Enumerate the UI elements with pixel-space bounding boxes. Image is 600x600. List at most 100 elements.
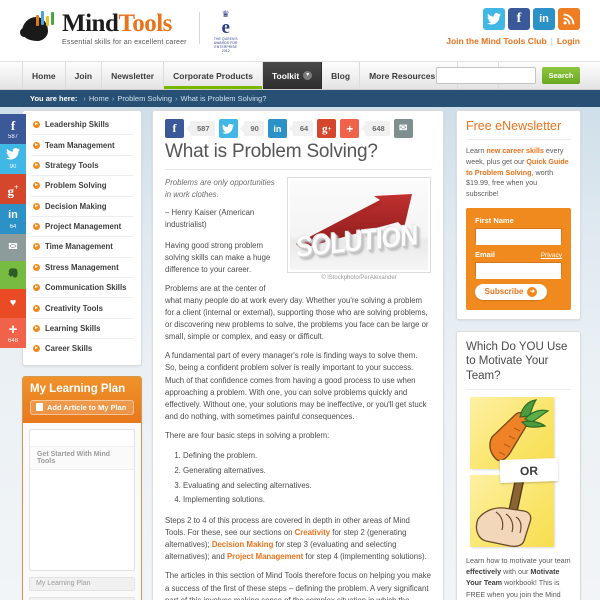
twitter-share-button[interactable] bbox=[218, 119, 238, 138]
rail-more-share[interactable]: + 648 bbox=[0, 318, 26, 349]
list-item: Defining the problem. bbox=[183, 449, 431, 464]
title-divider bbox=[165, 169, 431, 170]
rail-twitter-share[interactable]: 90 bbox=[0, 144, 26, 174]
find-out-more-link[interactable]: Find Out More bbox=[29, 596, 135, 600]
list-item[interactable]: Get Started With Mind Tools bbox=[30, 445, 134, 470]
linkedin-share-button[interactable]: in bbox=[267, 119, 287, 138]
evernote-icon bbox=[0, 265, 26, 286]
article-figure: SOLUTION © iStockphoto/PerAlexander bbox=[287, 177, 431, 281]
google-plus-icon: g+ bbox=[7, 183, 19, 199]
privacy-link[interactable]: Privacy bbox=[541, 252, 562, 259]
twitter-icon[interactable] bbox=[483, 8, 505, 30]
link-project-management[interactable]: Project Management bbox=[227, 552, 303, 561]
breadcrumb-separator: › bbox=[111, 94, 115, 103]
sidebar-item-career-skills[interactable]: ▸ Career Skills bbox=[31, 339, 133, 358]
chevron-right-icon: ▸ bbox=[33, 304, 40, 312]
sidebar-item-team-management[interactable]: ▸ Team Management bbox=[31, 135, 133, 156]
sidebar-item-label: Creativity Tools bbox=[45, 303, 103, 313]
link-creativity[interactable]: Creativity bbox=[295, 528, 331, 537]
site-search-field[interactable] bbox=[436, 67, 536, 86]
logo-word-mind: Mind bbox=[62, 9, 119, 37]
join-club-link[interactable]: Join the Mind Tools Club bbox=[446, 36, 546, 46]
more-share-button[interactable]: + bbox=[340, 119, 360, 138]
chevron-right-icon: ▸ bbox=[33, 161, 40, 169]
first-name-label-row: First Name bbox=[475, 216, 562, 225]
learning-plan-title: My Learning Plan bbox=[30, 382, 126, 395]
linkedin-icon: in bbox=[8, 209, 18, 222]
breadcrumb-item-current[interactable]: What is Problem Solving? bbox=[181, 94, 267, 103]
add-article-label: Add Article to My Plan bbox=[47, 402, 127, 412]
breadcrumb-separator: › bbox=[175, 94, 178, 103]
sidebar-item-problem-solving[interactable]: ▸ Problem Solving bbox=[31, 176, 133, 197]
nav-item-newsletter[interactable]: Newsletter bbox=[102, 62, 165, 89]
figure-frame: SOLUTION bbox=[287, 177, 431, 273]
mind-tools-head-icon bbox=[20, 11, 56, 45]
email-input[interactable] bbox=[476, 267, 561, 280]
my-learning-plan-panel: My Learning Plan Add Article to My Plan … bbox=[22, 375, 142, 600]
site-logo[interactable]: MindTools Essential skills for an excell… bbox=[20, 9, 241, 53]
sidebar-item-label: Team Management bbox=[45, 140, 115, 150]
breadcrumb-prefix: You are here: bbox=[30, 94, 78, 103]
google-plus-share-button[interactable]: g + bbox=[317, 119, 337, 138]
linkedin-icon[interactable]: in bbox=[533, 8, 555, 30]
sidebar-item-time-management[interactable]: ▸ Time Management bbox=[31, 237, 133, 258]
logo-divider bbox=[198, 12, 200, 44]
sidebar-item-learning-skills[interactable]: ▸ Learning Skills bbox=[31, 319, 133, 340]
nav-item-join[interactable]: Join bbox=[66, 62, 103, 89]
learning-plan-header: My Learning Plan Add Article to My Plan bbox=[23, 376, 141, 423]
subscribe-button[interactable]: Subscribe ➜ bbox=[475, 283, 547, 300]
plus-icon: + bbox=[8, 321, 18, 339]
rail-facebook-share[interactable]: f 587 bbox=[0, 114, 26, 144]
sidebar-item-stress-management[interactable]: ▸ Stress Management bbox=[31, 258, 133, 278]
nav-item-home[interactable]: Home bbox=[22, 62, 66, 89]
nav-item-corporate-products[interactable]: Corporate Products bbox=[164, 62, 263, 89]
link-decision-making[interactable]: Decision Making bbox=[212, 540, 274, 549]
chevron-right-icon: ▸ bbox=[33, 263, 40, 271]
first-name-input[interactable] bbox=[476, 233, 561, 246]
first-name-field[interactable] bbox=[475, 227, 562, 246]
promo-pre: Learn how to motivate your team bbox=[466, 556, 571, 566]
facebook-share-button[interactable]: f bbox=[165, 119, 184, 138]
article-paragraph-4: There are four basic steps in solving a … bbox=[165, 430, 330, 440]
stumbleupon-icon: ♥ bbox=[9, 297, 17, 310]
nav-item-toolkit[interactable]: Toolkit ▼ bbox=[262, 62, 323, 89]
chevron-right-icon: ▸ bbox=[33, 345, 40, 353]
nav-item-blog[interactable]: Blog bbox=[322, 62, 361, 89]
newsletter-heading: Free eNewsletter bbox=[466, 119, 562, 133]
sidebar-item-strategy-tools[interactable]: ▸ Strategy Tools bbox=[31, 156, 133, 177]
breadcrumb-item-problem-solving[interactable]: Problem Solving bbox=[117, 94, 172, 103]
news-pre: Learn bbox=[466, 146, 487, 155]
nav-item-toolkit-label: Toolkit bbox=[271, 70, 300, 81]
breadcrumb-item-home[interactable]: Home bbox=[89, 94, 109, 103]
sidebar-item-decision-making[interactable]: ▸ Decision Making bbox=[31, 197, 133, 217]
sidebar-item-project-management[interactable]: ▸ Project Management bbox=[31, 217, 133, 238]
newsletter-panel: Free eNewsletter Learn new career skills… bbox=[456, 110, 581, 320]
email-label-row: Email Privacy bbox=[475, 250, 562, 259]
facebook-icon[interactable]: f bbox=[508, 8, 530, 30]
sidebar-item-creativity-tools[interactable]: ▸ Creativity Tools bbox=[31, 298, 133, 319]
search-input[interactable] bbox=[437, 71, 535, 86]
rail-stumbleupon-share[interactable]: ♥ bbox=[0, 289, 26, 319]
article-paragraph-2: Problems are at the center of what many … bbox=[165, 283, 429, 342]
promo-panel[interactable]: Which Do YOU Use to Motivate Your Team? … bbox=[456, 330, 581, 600]
sidebar-item-label: Time Management bbox=[45, 242, 113, 252]
article-share-bar: f 587 90 in 64 g + + 648 ✉ bbox=[165, 119, 431, 138]
my-learning-plan-link[interactable]: My Learning Plan bbox=[29, 576, 135, 591]
email-field[interactable] bbox=[475, 261, 562, 280]
add-article-button[interactable]: Add Article to My Plan bbox=[30, 399, 134, 415]
rss-icon[interactable] bbox=[558, 8, 580, 30]
rail-evernote-share[interactable] bbox=[0, 261, 26, 290]
sidebar-item-leadership-skills[interactable]: ▸ Leadership Skills bbox=[31, 115, 133, 136]
rail-googleplus-share[interactable]: g+ bbox=[0, 174, 26, 205]
crest-letter: e bbox=[221, 17, 230, 38]
sidebar-item-communication-skills[interactable]: ▸ Communication Skills bbox=[31, 278, 133, 299]
sidebar-item-label: Decision Making bbox=[45, 201, 107, 211]
rail-linkedin-share[interactable]: in 64 bbox=[0, 204, 26, 235]
search-button[interactable]: Search bbox=[542, 67, 580, 84]
login-link[interactable]: Login bbox=[557, 36, 580, 46]
rail-email-share[interactable]: ✉ bbox=[0, 234, 26, 262]
breadcrumb-separator: › bbox=[83, 94, 86, 103]
email-share-button[interactable]: ✉ bbox=[393, 119, 413, 138]
hand-holding-stick-icon bbox=[475, 476, 532, 548]
chevron-right-icon: ▸ bbox=[33, 284, 40, 292]
